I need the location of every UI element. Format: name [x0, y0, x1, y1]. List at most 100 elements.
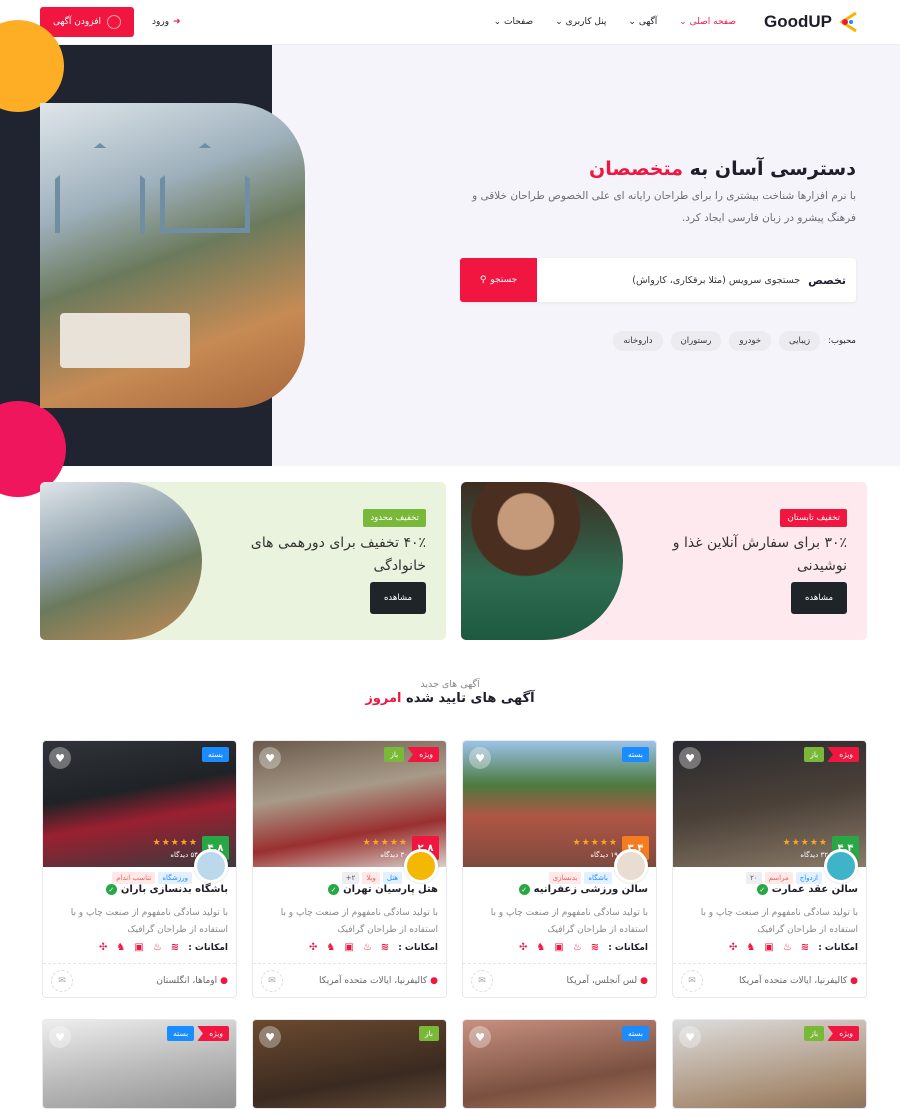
listing-title[interactable]: هتل پارسیان تهران ✓	[328, 884, 438, 895]
listing-footer: ● کالیفرنیا، ایالات متحده آمریکا ✉	[253, 963, 446, 997]
popular-chip[interactable]: داروخانه	[613, 331, 663, 351]
facilities: امکانات : ≋ ♨ ▣ ♞ ✣	[729, 942, 858, 953]
status-badge: بسته	[621, 747, 649, 762]
search-button[interactable]: جستجو ⚲	[460, 258, 537, 302]
popular-label: محبوب:	[828, 336, 856, 346]
parking-icon: ▣	[344, 942, 354, 953]
search-bar: تخصص جستجوی سرویس (مثلا برقکاری، کارواش)…	[460, 258, 856, 302]
review-count: ۳۲ دیدگاه	[800, 851, 828, 859]
category-tag[interactable]: ویلا	[362, 872, 380, 884]
promo-view-button[interactable]: مشاهده	[791, 582, 847, 614]
search-input[interactable]: جستجوی سرویس (مثلا برقکاری، کارواش)	[537, 275, 800, 286]
mail-icon[interactable]: ✉	[681, 969, 703, 992]
parking-icon: ▣	[764, 942, 774, 953]
status-badge: بسته	[621, 1026, 649, 1041]
mail-icon[interactable]: ✉	[471, 969, 493, 992]
category-tag[interactable]: ۲+	[341, 872, 360, 884]
heart-icon[interactable]: ♥	[679, 1026, 701, 1048]
review-count: ۱۹ دیدگاه	[590, 851, 618, 859]
wifi-icon: ≋	[800, 942, 810, 953]
status-badges: بسته	[201, 747, 229, 762]
nav-listings[interactable]: آگهی ⌄	[628, 17, 657, 27]
status-badges: ویژه باز	[804, 747, 859, 762]
plus-icon	[107, 15, 122, 29]
listing-image: ♥ بسته ۳.۴ ★★★★★ ۱۹ دیدگاه	[463, 741, 656, 867]
listing-image: ♥ ویژه باز ۴.۴ ★★★★★ ۳۲ دیدگاه	[673, 741, 866, 867]
facilities: امکانات : ≋ ♨ ▣ ♞ ✣	[309, 942, 438, 953]
promo-view-button[interactable]: مشاهده	[370, 582, 426, 614]
heart-icon[interactable]: ♥	[49, 1026, 71, 1048]
heart-icon[interactable]: ♥	[679, 747, 701, 769]
popular-chip[interactable]: زیبایی	[779, 331, 821, 351]
heart-icon[interactable]: ♥	[259, 747, 281, 769]
listing-description: با تولید سادگی نامفهوم از صنعت چاپ و با …	[490, 908, 648, 935]
mail-icon[interactable]: ✉	[51, 969, 73, 992]
listing-card[interactable]: ♥ باز	[252, 1019, 447, 1109]
login-link[interactable]: ➜ ورود	[152, 17, 181, 27]
add-listing-button[interactable]: افزودن آگهی	[40, 7, 134, 37]
listings-grid: ♥ ویژه باز ۴.۴ ★★★★★ ۳۲ دیدگاه ازدواج مراسم…	[40, 740, 867, 998]
listing-title[interactable]: باشگاه بدنسازی باران ✓	[105, 884, 228, 895]
listing-card[interactable]: ♥ بسته ۳.۴ ★★★★★ ۱۹ دیدگاه باشگاه بدنسازی …	[462, 740, 657, 998]
listing-location: کالیفرنیا، ایالات متحده آمریکا	[739, 975, 848, 986]
heart-icon[interactable]: ♥	[49, 747, 71, 769]
listing-location: اوماها، انگلستان	[156, 975, 218, 986]
facilities: امکانات : ≋ ♨ ▣ ♞ ✣	[99, 942, 228, 953]
popular-chip[interactable]: رستوران	[670, 331, 722, 351]
mail-icon[interactable]: ✉	[261, 969, 283, 992]
listing-card[interactable]: ♥ ویژه باز ۴.۴ ★★★★★ ۳۲ دیدگاه ازدواج مراسم…	[672, 740, 867, 998]
listing-title[interactable]: سالن ورزشی زعفرانیه ✓	[518, 884, 648, 895]
pet-icon: ♞	[746, 942, 756, 953]
listing-card[interactable]: ♥ بسته ۴.۸ ★★★★★ ۵۴ دیدگاه ورزشگاه تناسب ا…	[42, 740, 237, 998]
location-pin-icon: ●	[850, 975, 858, 986]
ac-icon: ✣	[729, 942, 738, 953]
nav-home[interactable]: صفحه اصلی ⌄	[679, 17, 736, 27]
listing-footer: ● اوماها، انگلستان ✉	[43, 963, 236, 997]
verified-icon: ✓	[328, 884, 340, 895]
category-tag[interactable]: ورزشگاه	[158, 872, 192, 884]
pet-icon: ♞	[536, 942, 546, 953]
parking-icon: ▣	[134, 942, 144, 953]
ac-icon: ✣	[309, 942, 318, 953]
add-listing-label: افزودن آگهی	[52, 17, 102, 27]
category-tag[interactable]: بدنسازی	[548, 872, 582, 884]
avatar[interactable]	[404, 849, 438, 883]
avatar[interactable]	[194, 849, 228, 883]
nav-panel[interactable]: پنل کاربری ⌄	[555, 17, 606, 27]
promo-tag: تخفیف محدود	[363, 509, 426, 527]
avatar[interactable]	[824, 849, 858, 883]
category-tag[interactable]: باشگاه	[584, 872, 612, 884]
wifi-icon: ≋	[170, 942, 180, 953]
category-tag[interactable]: هتل	[382, 872, 402, 884]
listing-card[interactable]: ♥ بسته	[462, 1019, 657, 1109]
hero: دسترسی آسان به متخصصان با نرم افزارها شن…	[0, 20, 900, 497]
heart-icon[interactable]: ♥	[469, 1026, 491, 1048]
featured-badge: ویژه	[197, 1026, 229, 1041]
popular-chip[interactable]: خودرو	[729, 331, 772, 351]
nav-pages[interactable]: صفحات ⌄	[494, 17, 534, 27]
category-tag[interactable]: ۲۰	[746, 872, 762, 884]
category-tag[interactable]: تناسب اندام	[112, 872, 156, 884]
status-badge: بسته	[201, 747, 229, 762]
pool-icon: ♨	[572, 942, 582, 953]
star-rating-icon: ★★★★★	[152, 838, 198, 848]
listing-title[interactable]: سالن عقد عمارت ✓	[756, 884, 858, 895]
location-pin-icon: ●	[220, 975, 228, 986]
category-tag[interactable]: مراسم	[764, 872, 793, 884]
main-nav: صفحه اصلی ⌄ آگهی ⌄ پنل کاربری ⌄ صفحات ⌄	[494, 17, 736, 27]
wifi-icon: ≋	[380, 942, 390, 953]
logo[interactable]: GoodUP	[764, 11, 858, 33]
listing-card[interactable]: ♥ ویژه باز ۲.۸ ★★★★★ ۳۰ دیدگاه هتل ویلا ۲+ ه…	[252, 740, 447, 998]
category-tag[interactable]: ازدواج	[795, 872, 822, 884]
listing-card[interactable]: ♥ ویژه بسته	[42, 1019, 237, 1109]
status-badges: بسته	[621, 747, 649, 762]
listing-description: با تولید سادگی نامفهوم از صنعت چاپ و با …	[70, 908, 228, 935]
listing-card[interactable]: ♥ ویژه باز	[672, 1019, 867, 1109]
avatar[interactable]	[614, 849, 648, 883]
listing-image: ♥ بسته ۴.۸ ★★★★★ ۵۴ دیدگاه	[43, 741, 236, 867]
heart-icon[interactable]: ♥	[259, 1026, 281, 1048]
featured-badge: ویژه	[827, 1026, 859, 1041]
section-subtitle: آگهی های جدید	[420, 679, 480, 690]
wifi-icon: ≋	[590, 942, 600, 953]
heart-icon[interactable]: ♥	[469, 747, 491, 769]
